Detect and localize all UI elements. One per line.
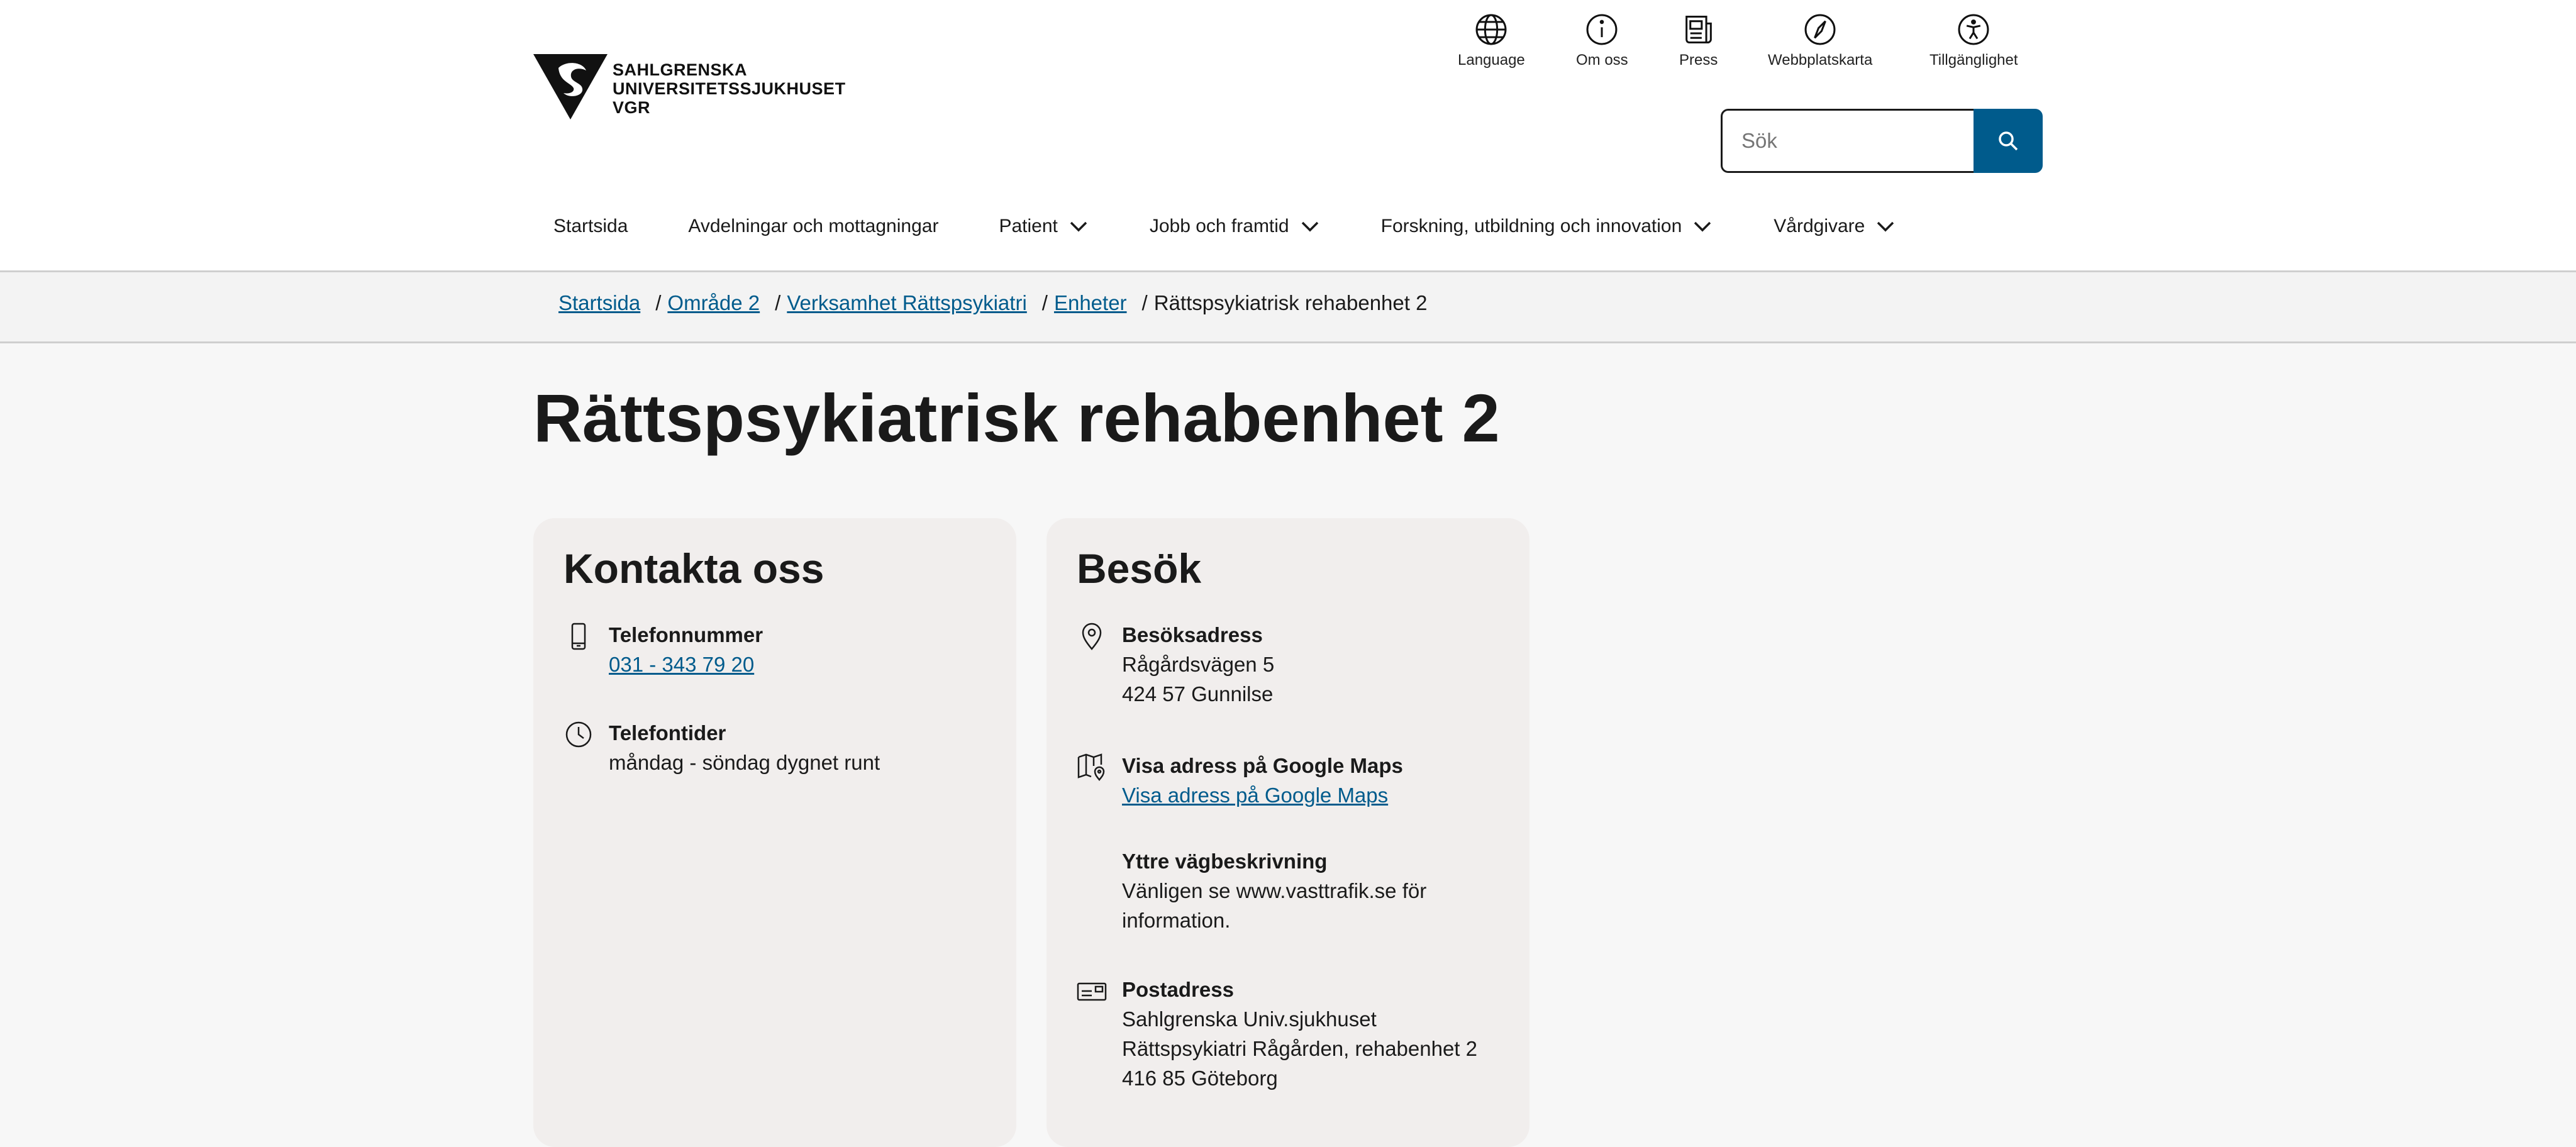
utility-om-oss[interactable]: Om oss	[1576, 11, 1628, 69]
visit-address-line-2: 424 57 Gunnilse	[1122, 682, 1274, 706]
utility-tillganglighet-label: Tillgänglighet	[1929, 52, 2018, 69]
nav-item-jobb[interactable]: Jobb och framtid	[1150, 216, 1321, 237]
globe-icon	[1475, 14, 1507, 45]
breadcrumb-bar: Startsida / Område 2 / Verksamhet Rättsp…	[0, 272, 2576, 343]
nav-item-label: Vårdgivare	[1774, 216, 1865, 236]
chevron-down-icon	[1877, 221, 1894, 232]
breadcrumb-link-omrade-2[interactable]: Område 2	[667, 291, 760, 315]
breadcrumb-separator: /	[1041, 291, 1048, 314]
utility-om-oss-label: Om oss	[1576, 52, 1628, 69]
info-icon	[1586, 14, 1618, 45]
breadcrumb-link-enheter[interactable]: Enheter	[1054, 291, 1127, 315]
breadcrumb-separator: /	[1141, 291, 1148, 314]
accessibility-icon	[1958, 14, 1989, 45]
map-pin-icon	[1077, 753, 1105, 781]
nav-item-forskning[interactable]: Forskning, utbildning och innovation	[1381, 216, 1714, 237]
logo-line-3: VGR	[613, 98, 651, 117]
mobile-phone-icon	[571, 623, 586, 650]
breadcrumb-current: Rättspsykiatrisk rehabenhet 2	[1153, 291, 1428, 314]
postal-line-3: 416 85 Göteborg	[1122, 1067, 1278, 1090]
utility-language-label: Language	[1458, 52, 1525, 69]
directions-line-2: information.	[1122, 909, 1231, 932]
phone-label: Telefonnummer	[609, 623, 763, 646]
directions-label: Yttre vägbeskrivning	[1122, 850, 1328, 873]
postal-line-1: Sahlgrenska Univ.sjukhuset	[1122, 1007, 1377, 1031]
visit-directions: Yttre vägbeskrivning Vänligen se www.vas…	[1077, 846, 1426, 935]
site-logo[interactable]: SAHLGRENSKA UNIVERSITETSSJUKHUSET VGR	[533, 54, 846, 119]
utility-webbplatskarta[interactable]: Webbplatskarta	[1768, 11, 1872, 69]
visit-card-title: Besök	[1077, 545, 1202, 592]
utility-press-label: Press	[1679, 52, 1718, 69]
phone-number-link[interactable]: 031 - 343 79 20	[609, 653, 754, 676]
search-icon	[1999, 131, 2018, 151]
postal-label: Postadress	[1122, 978, 1234, 1001]
visit-card: Besök Besöksadress Rågårdsvägen 5 424 57…	[1046, 518, 1530, 1147]
nav-item-label: Avdelningar och mottagningar	[688, 216, 939, 236]
contact-phone: Telefonnummer 031 - 343 79 20	[564, 620, 763, 679]
hours-label: Telefontider	[609, 721, 726, 745]
newspaper-icon	[1685, 15, 1712, 44]
nav-item-startsida[interactable]: Startsida	[553, 216, 628, 237]
contact-card: Kontakta oss Telefonnummer 031 - 343 79 …	[533, 518, 1016, 1147]
utility-press[interactable]: Press	[1679, 11, 1718, 69]
directions-line-1: Vänligen se www.vasttrafik.se för	[1122, 879, 1427, 902]
nav-item-avdelningar[interactable]: Avdelningar och mottagningar	[688, 216, 938, 237]
logo-line-1: SAHLGRENSKA	[613, 60, 748, 79]
search-button[interactable]	[1974, 109, 2043, 173]
utility-tillganglighet[interactable]: Tillgänglighet	[1929, 11, 2018, 69]
utility-webbplatskarta-label: Webbplatskarta	[1768, 52, 1873, 69]
contact-hours: Telefontider måndag - söndag dygnet runt	[564, 718, 880, 777]
visit-maps: Visa adress på Google Maps Visa adress p…	[1077, 751, 1403, 810]
breadcrumb: Startsida / Område 2 / Verksamhet Rättsp…	[558, 291, 1427, 315]
logo-line-2: UNIVERSITETSSJUKHUSET	[613, 79, 846, 98]
breadcrumb-separator: /	[775, 291, 781, 314]
visit-address-line-1: Rågårdsvägen 5	[1122, 653, 1275, 676]
visit-address-label: Besöksadress	[1122, 623, 1263, 646]
site-header: SAHLGRENSKA UNIVERSITETSSJUKHUSET VGR La…	[0, 0, 2576, 272]
chevron-down-icon	[1694, 221, 1711, 232]
maps-label: Visa adress på Google Maps	[1122, 754, 1403, 777]
google-maps-link[interactable]: Visa adress på Google Maps	[1122, 784, 1388, 807]
compass-icon	[1804, 14, 1836, 45]
breadcrumb-link-startsida[interactable]: Startsida	[558, 291, 640, 315]
nav-item-vardgivare[interactable]: Vårdgivare	[1774, 216, 1896, 237]
clock-icon	[565, 721, 592, 748]
nav-item-patient[interactable]: Patient	[999, 216, 1089, 237]
search-form	[1721, 109, 2043, 173]
nav-item-label: Forskning, utbildning och innovation	[1380, 216, 1682, 236]
nav-item-label: Jobb och framtid	[1149, 216, 1289, 236]
chevron-down-icon	[1070, 221, 1087, 232]
sahlgrenska-logo-icon	[533, 54, 608, 119]
main-navigation: Startsida Avdelningar och mottagningar P…	[553, 208, 1957, 245]
hours-value: måndag - söndag dygnet runt	[609, 751, 880, 774]
breadcrumb-link-verksamhet[interactable]: Verksamhet Rättspsykiatri	[787, 291, 1026, 315]
breadcrumb-separator: /	[655, 291, 662, 314]
contact-card-title: Kontakta oss	[564, 545, 824, 592]
nav-item-label: Startsida	[553, 216, 628, 236]
utility-language[interactable]: Language	[1458, 11, 1525, 69]
visit-address: Besöksadress Rågårdsvägen 5 424 57 Gunni…	[1077, 620, 1274, 709]
visit-postal: Postadress Sahlgrenska Univ.sjukhuset Rä…	[1077, 975, 1477, 1093]
postal-line-2: Rättspsykiatri Rågården, rehabenhet 2	[1122, 1037, 1477, 1060]
location-pin-icon	[1082, 623, 1102, 650]
nav-item-label: Patient	[999, 216, 1058, 236]
mailbox-icon	[1077, 982, 1107, 1001]
chevron-down-icon	[1301, 221, 1318, 232]
page-title: Rättspsykiatrisk rehabenhet 2	[533, 380, 1500, 456]
search-input[interactable]	[1721, 109, 1989, 173]
